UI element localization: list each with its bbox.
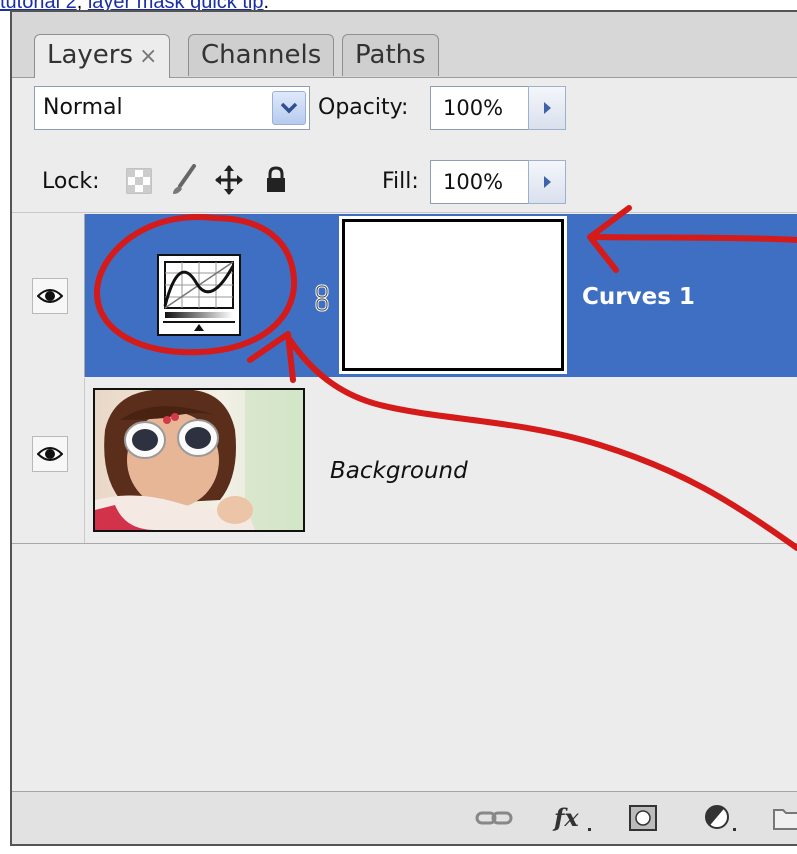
panel-tab-bar: Layers × Channels Paths: [12, 12, 797, 78]
blend-mode-value: Normal: [43, 95, 123, 120]
tab-layers[interactable]: Layers ×: [34, 34, 171, 78]
panel-footer: fx: [12, 791, 797, 844]
layers-panel: Layers × Channels Paths Normal Opacity: 1…: [10, 10, 797, 846]
tab-channels-label: Channels: [201, 40, 322, 70]
fill-input[interactable]: 100%: [430, 160, 530, 204]
lock-move-icon[interactable]: [214, 164, 244, 196]
layer-name-curves[interactable]: Curves 1: [582, 284, 695, 310]
opacity-input[interactable]: 100%: [430, 86, 530, 130]
curves-icon[interactable]: [157, 254, 241, 336]
link-layers-icon[interactable]: [474, 802, 514, 834]
tab-layers-label: Layers: [47, 40, 134, 70]
lock-transparent-icon[interactable]: [126, 168, 152, 194]
fill-slider-button[interactable]: [528, 160, 566, 204]
layer-name-background[interactable]: Background: [330, 458, 468, 484]
tab-paths[interactable]: Paths: [342, 34, 439, 76]
opacity-label: Opacity:: [318, 95, 409, 120]
arrow-right-icon: [544, 102, 551, 114]
blend-row: Normal Opacity: 100%: [12, 78, 797, 142]
header-links: tutorial 2, layer mask quick tip.: [0, 0, 269, 13]
chevron-down-icon[interactable]: [272, 91, 306, 125]
eye-icon[interactable]: [32, 278, 68, 314]
new-group-icon[interactable]: [772, 802, 797, 834]
background-thumbnail[interactable]: [93, 388, 305, 532]
fill-label: Fill:: [382, 169, 419, 194]
opacity-slider-button[interactable]: [528, 86, 566, 130]
add-mask-icon[interactable]: [626, 802, 660, 834]
eye-icon[interactable]: [32, 436, 68, 472]
blend-mode-select[interactable]: Normal: [34, 86, 310, 130]
layer-mask-thumbnail[interactable]: [339, 216, 567, 374]
arrow-right-icon: [544, 176, 551, 188]
tab-paths-label: Paths: [355, 40, 426, 70]
fill-value: 100%: [443, 170, 504, 194]
layer-row-curves[interactable]: Curves 1: [12, 214, 797, 377]
chain-link-icon[interactable]: [314, 284, 330, 312]
visibility-column: [12, 378, 85, 543]
lock-all-icon[interactable]: [264, 166, 288, 194]
tab-channels[interactable]: Channels: [188, 34, 335, 76]
opacity-value: 100%: [443, 96, 504, 120]
lock-brush-icon[interactable]: [170, 164, 198, 196]
fx-icon[interactable]: fx: [552, 802, 596, 834]
svg-text:fx: fx: [552, 803, 579, 832]
visibility-column: [12, 214, 85, 377]
lock-label: Lock:: [42, 169, 100, 194]
layer-row-background[interactable]: Background: [12, 378, 797, 544]
lock-row: Lock: Fill: 100%: [12, 152, 797, 213]
adjustment-layer-icon[interactable]: [702, 802, 742, 834]
tab-close-icon[interactable]: ×: [139, 44, 157, 69]
